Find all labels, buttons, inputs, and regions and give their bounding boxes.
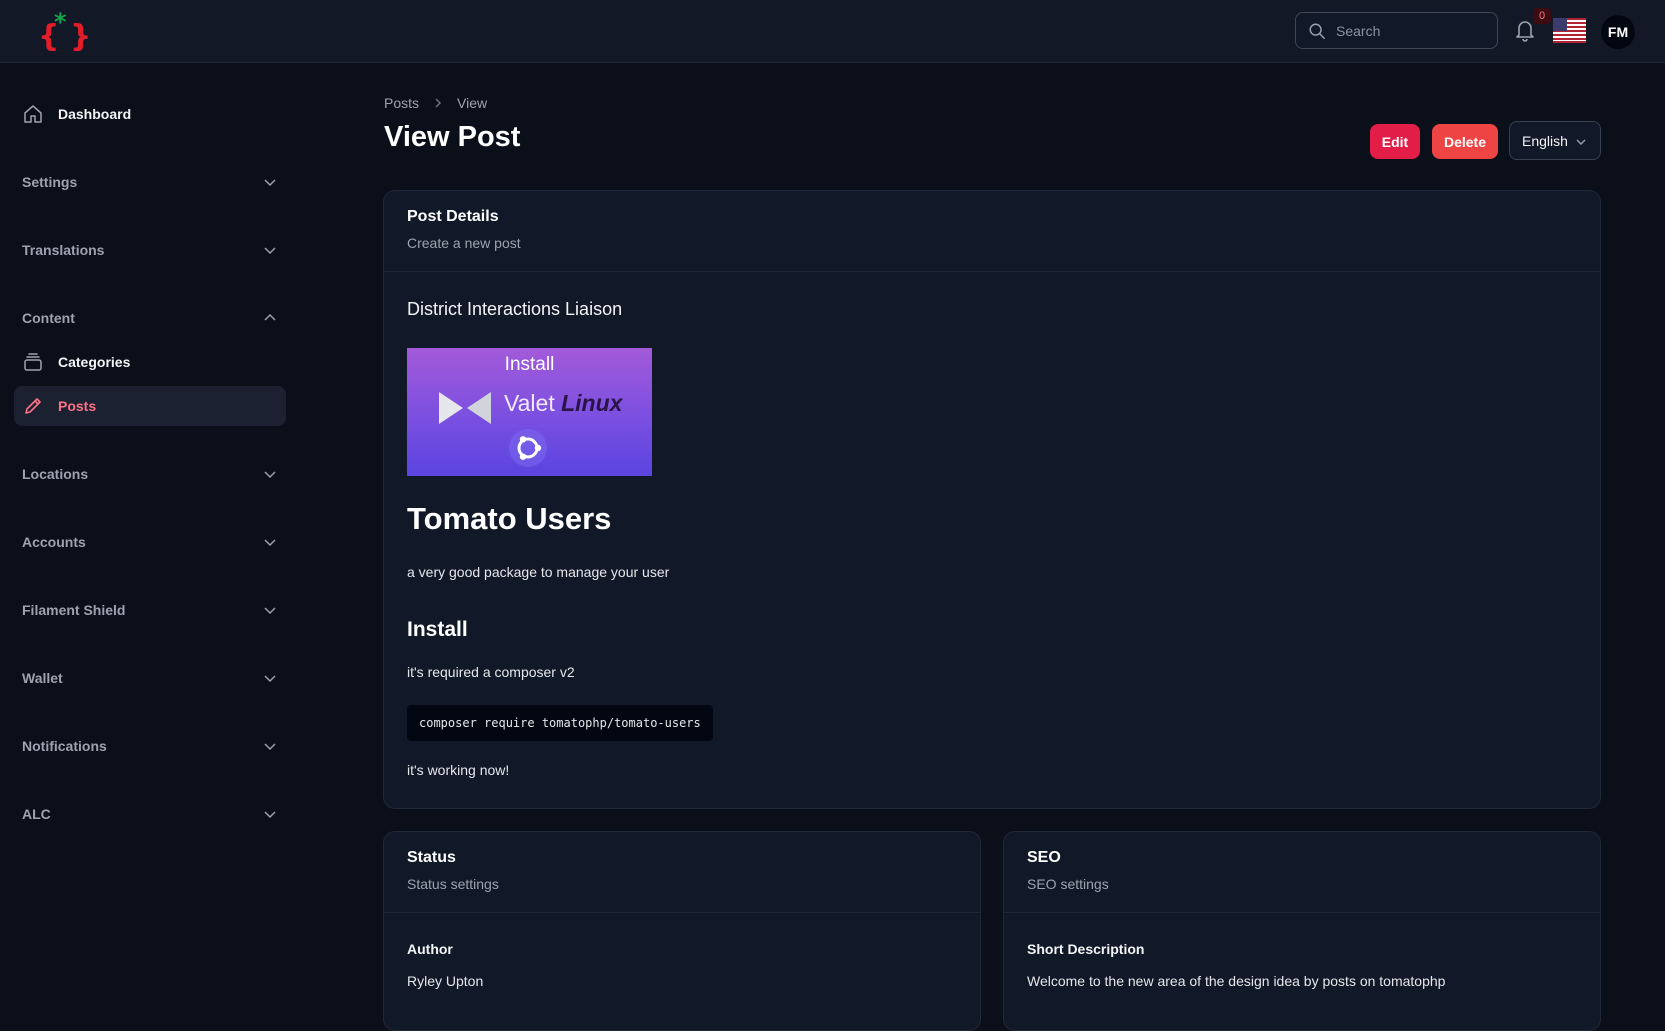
card-subtitle: SEO settings: [1027, 876, 1109, 892]
image-caption-install: Install: [504, 354, 555, 375]
card-subtitle: Status settings: [407, 876, 499, 892]
card-header: SEO SEO settings: [1004, 832, 1600, 913]
card-title: SEO: [1027, 849, 1061, 866]
chevron-up-icon: [264, 313, 276, 321]
card-title: Post Details: [407, 208, 499, 225]
breadcrumb-current: View: [457, 95, 488, 111]
post-cover-image: Install Valet Linux: [407, 348, 652, 476]
sidebar-group-notifications[interactable]: Notifications: [22, 734, 278, 758]
home-icon: [24, 105, 42, 123]
folder-stack-icon: [24, 353, 42, 371]
us-flag-icon[interactable]: [1553, 18, 1586, 43]
sidebar-group-label: Notifications: [22, 738, 107, 754]
chevron-down-icon: [264, 743, 276, 751]
sidebar-group-wallet[interactable]: Wallet: [22, 666, 278, 690]
sidebar-group-label: Locations: [22, 466, 89, 482]
user-avatar[interactable]: FM: [1601, 15, 1635, 49]
sidebar-group-filament-shield[interactable]: Filament Shield: [22, 598, 278, 622]
search-input[interactable]: [1334, 21, 1488, 40]
sidebar-group-locations[interactable]: Locations: [22, 462, 278, 486]
search-icon: [1309, 23, 1325, 39]
short-description-value: Welcome to the new area of the design id…: [1027, 973, 1446, 989]
sidebar-item-dashboard[interactable]: Dashboard: [14, 94, 286, 134]
post-heading: Tomato Users: [407, 501, 612, 536]
card-header: Post Details Create a new post: [384, 191, 1600, 272]
valet-bowtie-icon: [439, 392, 491, 424]
sidebar-item-categories[interactable]: Categories: [14, 342, 286, 382]
post-outro: it's working now!: [407, 762, 510, 778]
sidebar-group-label: Filament Shield: [22, 602, 126, 618]
status-card: Status Status settings Author Ryley Upto…: [383, 831, 981, 1031]
edit-button[interactable]: Edit: [1370, 124, 1420, 159]
top-navbar: { } * 0 FM: [0, 0, 1665, 63]
chevron-down-icon: [264, 675, 276, 683]
app-logo[interactable]: { } *: [38, 10, 90, 52]
svg-text:}: }: [70, 19, 90, 52]
sidebar-group-content[interactable]: Content: [22, 306, 278, 330]
chevron-right-icon: [435, 98, 442, 108]
sidebar-group-label: Accounts: [22, 534, 86, 550]
install-heading: Install: [407, 618, 468, 641]
chevron-down-icon: [264, 179, 276, 187]
ubuntu-logo-icon: [509, 429, 547, 467]
sidebar-group-translations[interactable]: Translations: [22, 238, 278, 262]
chevron-down-icon: [264, 811, 276, 819]
chevron-down-icon: [264, 607, 276, 615]
author-value: Ryley Upton: [407, 973, 484, 989]
card-title: Status: [407, 849, 456, 866]
sidebar-item-label: Dashboard: [58, 106, 132, 122]
chevron-down-icon: [264, 471, 276, 479]
breadcrumb-posts-link[interactable]: Posts: [384, 95, 419, 111]
chevron-down-icon: [1576, 139, 1586, 145]
svg-text:*: *: [54, 10, 67, 36]
language-select-value: English: [1522, 132, 1568, 149]
sidebar-group-label: ALC: [22, 806, 51, 822]
short-description-label: Short Description: [1027, 941, 1145, 957]
sidebar-group-accounts[interactable]: Accounts: [22, 530, 278, 554]
notification-count-badge: 0: [1533, 8, 1551, 24]
sidebar-item-posts[interactable]: Posts: [14, 386, 286, 426]
post-details-card: Post Details Create a new post District …: [383, 190, 1601, 809]
card-subtitle: Create a new post: [407, 235, 521, 251]
image-caption-valet-linux: Valet Linux: [504, 390, 623, 416]
author-label: Author: [407, 941, 453, 957]
language-select[interactable]: English: [1509, 121, 1601, 160]
global-search[interactable]: [1295, 12, 1498, 49]
sidebar-group-label: Translations: [22, 242, 105, 258]
code-block: composer require tomatophp/tomato-users: [407, 705, 713, 741]
delete-button[interactable]: Delete: [1432, 124, 1498, 159]
pencil-icon: [25, 398, 41, 414]
page-title: View Post: [384, 121, 521, 153]
sidebar-group-label: Content: [22, 310, 75, 326]
seo-card: SEO SEO settings Short Description Welco…: [1003, 831, 1601, 1031]
chevron-down-icon: [264, 247, 276, 255]
post-subtitle: District Interactions Liaison: [407, 299, 623, 319]
sidebar-item-label: Posts: [58, 398, 97, 414]
chevron-down-icon: [264, 539, 276, 547]
sidebar-group-label: Settings: [22, 174, 78, 190]
breadcrumb: Posts View: [384, 95, 487, 111]
sidebar-item-label: Categories: [58, 354, 131, 370]
install-text: it's required a composer v2: [407, 664, 575, 680]
sidebar-group-settings[interactable]: Settings: [22, 170, 278, 194]
sidebar-group-alc[interactable]: ALC: [22, 802, 278, 826]
post-intro: a very good package to manage your user: [407, 564, 670, 580]
card-header: Status Status settings: [384, 832, 980, 913]
sidebar-group-label: Wallet: [22, 670, 63, 686]
